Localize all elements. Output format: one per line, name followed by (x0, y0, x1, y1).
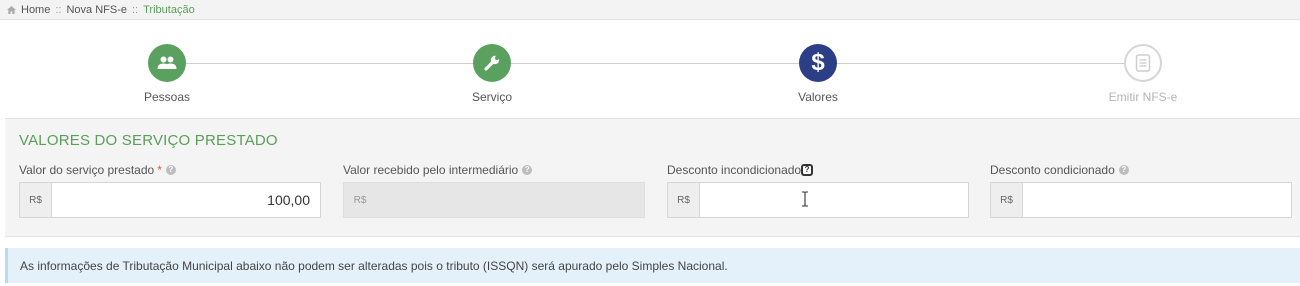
step-emitir-nfse[interactable]: Emitir NFS-e (1043, 44, 1243, 104)
text-cursor-icon (802, 191, 808, 207)
breadcrumb-home[interactable]: Home (21, 4, 50, 16)
users-icon (157, 56, 177, 69)
currency-prefix: R$ (991, 183, 1023, 217)
field-valor-servico: Valor do serviço prestado * ? R$ (19, 161, 321, 218)
step-servico[interactable]: Serviço (392, 44, 592, 104)
step-label: Emitir NFS-e (1108, 90, 1178, 104)
field-label: Desconto condicionado (990, 163, 1115, 177)
field-label-wrap: Valor recebido pelo intermediário ? (343, 161, 645, 179)
required-mark: * (157, 163, 162, 177)
wrench-icon (484, 55, 500, 71)
stepper-connector-line (167, 63, 1143, 64)
alert-text: As informações de Tributação Municipal a… (20, 258, 728, 273)
valor-intermediario-group: R$ (343, 182, 645, 218)
currency-prefix: R$ (668, 183, 700, 217)
valor-servico-input[interactable] (52, 183, 320, 217)
help-icon[interactable]: ? (1118, 165, 1129, 175)
help-icon[interactable]: ? (165, 165, 176, 175)
field-label: Desconto incondicionado (667, 163, 802, 177)
wizard-stepper: Pessoas Serviço $ Valores Emitir NFS-e (0, 20, 1300, 118)
field-desconto-incondicionado: Desconto incondicionado ? R$ (667, 161, 969, 218)
field-label: Valor do serviço prestado (19, 163, 155, 177)
field-label-wrap: Valor do serviço prestado * ? (19, 161, 321, 179)
home-icon (7, 5, 16, 14)
field-label-wrap: Desconto incondicionado ? (667, 161, 969, 179)
breadcrumb-separator: :: (132, 3, 139, 16)
step-label: Serviço (471, 90, 512, 104)
valor-servico-group: R$ (19, 182, 321, 218)
dollar-icon: $ (811, 49, 825, 76)
field-valor-intermediario: Valor recebido pelo intermediário ? R$ (343, 161, 645, 218)
step-pessoas[interactable]: Pessoas (67, 44, 267, 104)
help-icon[interactable]: ? (801, 164, 814, 176)
desconto-incondicionado-group: R$ (667, 182, 969, 218)
desconto-incondicionado-input[interactable] (700, 183, 968, 217)
field-label-wrap: Desconto condicionado ? (990, 161, 1292, 179)
section-title: VALORES DO SERVIÇO PRESTADO (19, 132, 278, 149)
breadcrumb-nova-nfse[interactable]: Nova NFS-e (66, 4, 127, 16)
valor-intermediario-input (376, 183, 644, 217)
currency-prefix: R$ (344, 183, 376, 217)
breadcrumb-tributacao: Tributação (143, 3, 195, 16)
breadcrumb: Home :: Nova NFS-e :: Tributação (0, 0, 1300, 20)
desconto-condicionado-input[interactable] (1023, 183, 1291, 217)
currency-prefix: R$ (20, 183, 52, 217)
document-icon (1135, 54, 1151, 72)
desconto-condicionado-group: R$ (990, 182, 1292, 218)
field-label: Valor recebido pelo intermediário (343, 163, 519, 177)
step-emitir-circle (1124, 44, 1162, 82)
help-icon[interactable]: ? (522, 165, 533, 175)
step-valores[interactable]: $ Valores (718, 44, 918, 104)
info-alert: As informações de Tributação Municipal a… (5, 248, 1300, 283)
values-panel: VALORES DO SERVIÇO PRESTADO Valor do ser… (5, 118, 1300, 237)
step-pessoas-circle (148, 44, 186, 82)
step-servico-circle (473, 44, 511, 82)
step-label: Valores (798, 90, 838, 104)
step-valores-circle: $ (799, 44, 837, 82)
field-desconto-condicionado: Desconto condicionado ? R$ (990, 161, 1292, 218)
breadcrumb-separator: :: (55, 3, 62, 16)
step-label: Pessoas (143, 90, 191, 104)
